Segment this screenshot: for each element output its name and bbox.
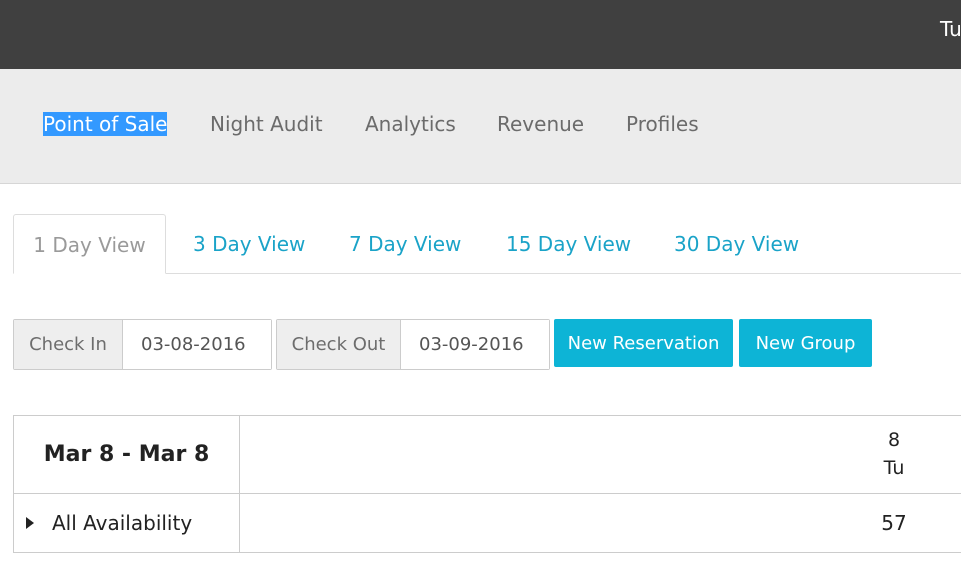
day-number: 8 bbox=[887, 429, 901, 451]
day-name: Tu bbox=[883, 457, 905, 479]
view-tabs: 1 Day View 3 Day View 7 Day View 15 Day … bbox=[0, 214, 961, 274]
all-availability-value: 57 bbox=[881, 511, 907, 535]
expand-triangle-icon[interactable] bbox=[26, 517, 34, 529]
nav-item-revenue[interactable]: Revenue bbox=[497, 112, 584, 136]
check-in-group: Check In bbox=[13, 319, 272, 370]
top-bar: Tu bbox=[0, 0, 961, 69]
check-out-group: Check Out bbox=[276, 319, 550, 370]
all-availability-label[interactable]: All Availability bbox=[52, 511, 192, 535]
nav-item-night-audit[interactable]: Night Audit bbox=[210, 112, 323, 136]
nav-item-point-of-sale[interactable]: Point of Sale bbox=[43, 112, 168, 136]
grid-column-divider bbox=[239, 416, 240, 553]
tab-15-day-view[interactable]: 15 Day View bbox=[506, 214, 631, 274]
grid-row-divider bbox=[14, 493, 961, 494]
tab-1-day-view[interactable]: 1 Day View bbox=[13, 214, 166, 274]
tab-7-day-view[interactable]: 7 Day View bbox=[349, 214, 461, 274]
check-out-input[interactable] bbox=[401, 320, 549, 369]
tab-30-day-view[interactable]: 30 Day View bbox=[674, 214, 799, 274]
availability-grid: Mar 8 - Mar 8 8 Tu All Availability 57 bbox=[13, 415, 961, 553]
date-range-heading: Mar 8 - Mar 8 bbox=[43, 442, 210, 467]
new-reservation-button[interactable]: New Reservation bbox=[554, 319, 733, 367]
new-group-button[interactable]: New Group bbox=[739, 319, 872, 367]
nav-item-profiles[interactable]: Profiles bbox=[626, 112, 699, 136]
nav-item-analytics[interactable]: Analytics bbox=[365, 112, 456, 136]
main-navigation: Point of Sale Night Audit Analytics Reve… bbox=[0, 69, 961, 184]
top-bar-user-text[interactable]: Tu bbox=[940, 17, 961, 41]
check-in-input[interactable] bbox=[123, 320, 271, 369]
check-out-label: Check Out bbox=[277, 320, 401, 369]
tab-3-day-view[interactable]: 3 Day View bbox=[193, 214, 305, 274]
check-in-label: Check In bbox=[14, 320, 123, 369]
